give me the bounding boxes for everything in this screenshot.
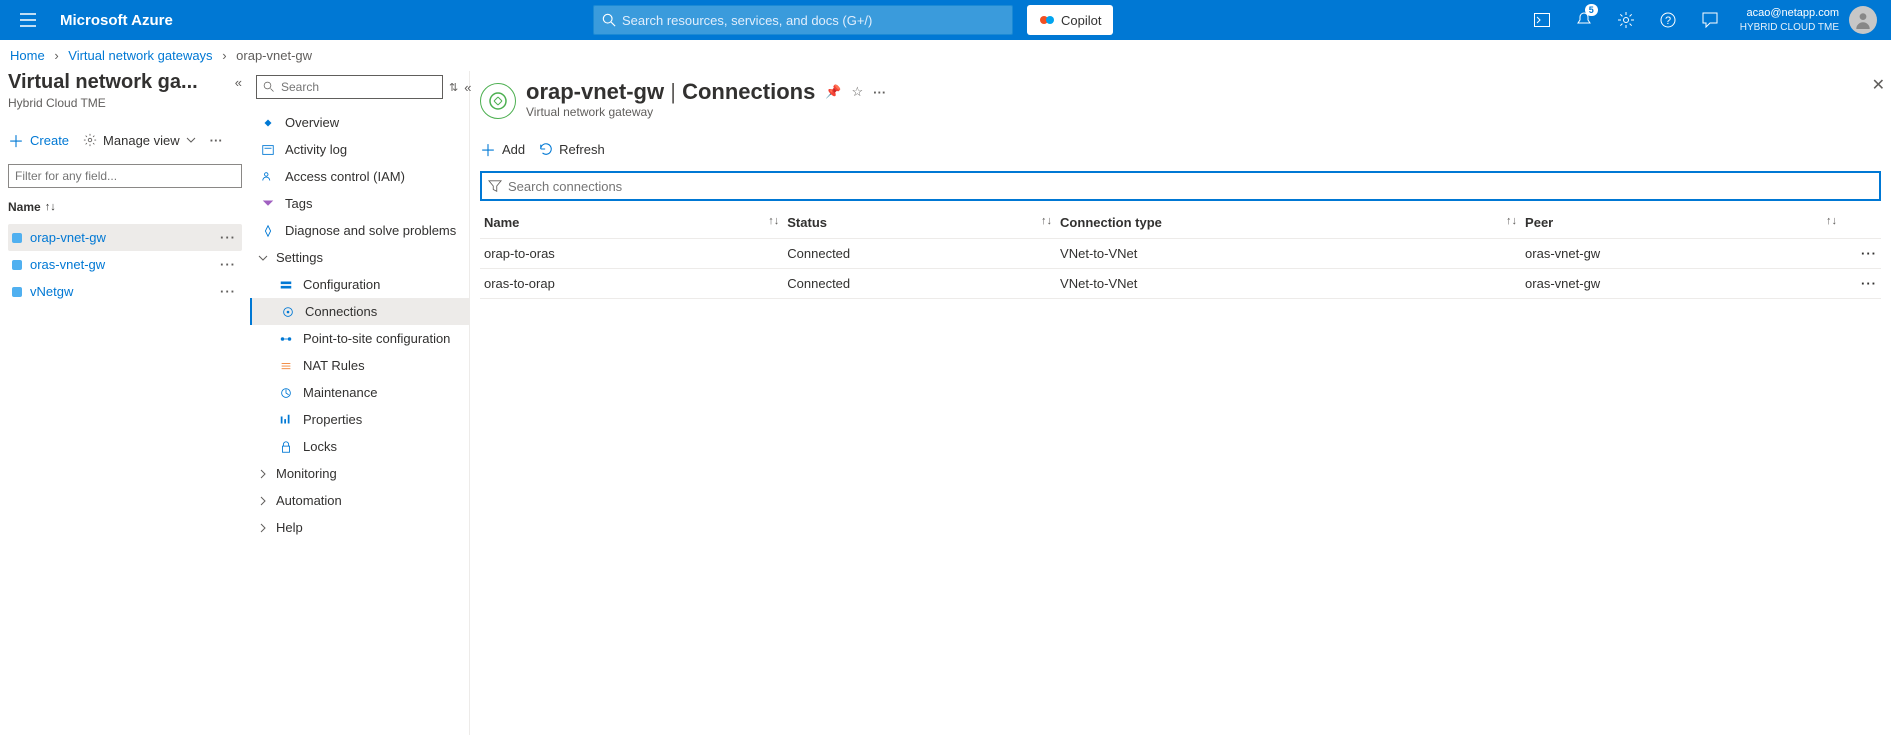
hamburger-icon[interactable] xyxy=(8,13,48,27)
list-item[interactable]: oras-vnet-gw··· xyxy=(8,251,242,278)
gateway-icon xyxy=(10,258,24,272)
chevron-down-icon xyxy=(258,253,268,263)
expand-icon[interactable]: ⇅ xyxy=(449,81,458,94)
more-icon[interactable]: ··· xyxy=(216,257,240,272)
table-row[interactable]: orap-to-orasConnectedVNet-to-VNetoras-vn… xyxy=(480,239,1881,269)
gateway-icon xyxy=(10,231,24,245)
collapse-left-icon[interactable]: « xyxy=(235,75,242,90)
help-icon[interactable]: ? xyxy=(1648,0,1688,40)
nav-item[interactable]: Configuration xyxy=(250,271,469,298)
connections-table: Name↑↓ Status↑↓ Connection type↑↓ Peer↑↓… xyxy=(480,207,1881,299)
resource-menu-search[interactable] xyxy=(256,75,443,99)
nav-item[interactable]: Maintenance xyxy=(250,379,469,406)
column-header-name[interactable]: Name ↑↓ xyxy=(8,200,242,214)
notifications-icon[interactable]: 5 xyxy=(1564,0,1604,40)
table-row[interactable]: oras-to-orapConnectedVNet-to-VNetoras-vn… xyxy=(480,269,1881,299)
nav-item[interactable]: Locks xyxy=(250,433,469,460)
nav-item[interactable]: Overview xyxy=(250,109,469,136)
page-title: orap-vnet-gw | Connections xyxy=(526,79,815,105)
left-panel-title: Virtual network ga... xyxy=(8,71,235,94)
breadcrumb-current: orap-vnet-gw xyxy=(236,48,312,63)
col-peer[interactable]: Peer↑↓ xyxy=(1521,207,1841,239)
breadcrumb: Home › Virtual network gateways › orap-v… xyxy=(0,40,1891,71)
nav-item[interactable]: Connections xyxy=(250,298,469,325)
page-subtitle: Virtual network gateway xyxy=(526,105,886,119)
nav-item[interactable]: Tags xyxy=(250,190,469,217)
top-bar: Microsoft Azure Copilot 5 ? acao@netapp.… xyxy=(0,0,1891,40)
account-info[interactable]: acao@netapp.com HYBRID CLOUD TME xyxy=(1732,6,1847,33)
col-status[interactable]: Status↑↓ xyxy=(783,207,1056,239)
favorite-icon[interactable]: ☆ xyxy=(852,84,864,100)
add-button[interactable]: ＋Add xyxy=(480,137,525,161)
left-panel-subtitle: Hybrid Cloud TME xyxy=(8,96,242,110)
nav-item[interactable]: NAT Rules xyxy=(250,352,469,379)
main-content: ✕ orap-vnet-gw | Connections 📌 ☆ ··· Vir… xyxy=(470,71,1891,735)
gateway-icon xyxy=(10,285,24,299)
nav-group[interactable]: Automation xyxy=(250,487,469,514)
nav-group[interactable]: Help xyxy=(250,514,469,541)
nav-item[interactable]: Activity log xyxy=(250,136,469,163)
resource-icon xyxy=(480,83,516,119)
nav-item[interactable]: Point-to-site configuration xyxy=(250,325,469,352)
svg-text:?: ? xyxy=(1665,15,1671,27)
nav-group[interactable]: Monitoring xyxy=(250,460,469,487)
row-more-icon[interactable]: ··· xyxy=(1841,269,1881,299)
nav-item[interactable]: Properties xyxy=(250,406,469,433)
col-type[interactable]: Connection type↑↓ xyxy=(1056,207,1521,239)
breadcrumb-home[interactable]: Home xyxy=(10,48,45,63)
more-icon[interactable]: ··· xyxy=(873,85,886,100)
search-icon xyxy=(263,81,275,93)
close-icon[interactable]: ✕ xyxy=(1872,75,1885,95)
col-name[interactable]: Name↑↓ xyxy=(480,207,783,239)
search-connections-input[interactable] xyxy=(508,179,1873,194)
nav-item[interactable]: Diagnose and solve problems xyxy=(250,217,469,244)
copilot-icon xyxy=(1039,12,1055,28)
pin-icon[interactable]: 📌 xyxy=(825,84,841,100)
resource-menu: ⇅ « OverviewActivity logAccess control (… xyxy=(250,71,470,735)
manage-view-button[interactable]: Manage view xyxy=(83,133,196,148)
more-button[interactable]: ··· xyxy=(210,133,223,148)
refresh-icon xyxy=(539,142,553,156)
row-more-icon[interactable]: ··· xyxy=(1841,239,1881,269)
global-search-input[interactable] xyxy=(622,13,1004,28)
search-icon xyxy=(602,13,616,27)
global-search[interactable] xyxy=(593,5,1013,35)
copilot-button[interactable]: Copilot xyxy=(1027,5,1113,35)
list-item[interactable]: vNetgw··· xyxy=(8,278,242,305)
brand[interactable]: Microsoft Azure xyxy=(48,12,185,29)
list-item[interactable]: orap-vnet-gw··· xyxy=(8,224,242,251)
nav-item[interactable]: Access control (IAM) xyxy=(250,163,469,190)
more-icon[interactable]: ··· xyxy=(216,284,240,299)
cloud-shell-icon[interactable] xyxy=(1522,0,1562,40)
more-icon[interactable]: ··· xyxy=(216,230,240,245)
search-connections[interactable] xyxy=(480,171,1881,201)
left-panel: Virtual network ga... « Hybrid Cloud TME… xyxy=(0,71,250,735)
create-button[interactable]: ＋Create xyxy=(8,128,69,152)
filter-input[interactable] xyxy=(8,164,242,188)
nav-group-settings[interactable]: Settings xyxy=(250,244,469,271)
filter-icon xyxy=(488,179,502,193)
gear-icon xyxy=(83,133,97,147)
refresh-button[interactable]: Refresh xyxy=(539,142,605,157)
breadcrumb-l1[interactable]: Virtual network gateways xyxy=(68,48,212,63)
notification-badge: 5 xyxy=(1585,4,1598,16)
chevron-down-icon xyxy=(186,137,196,143)
settings-icon[interactable] xyxy=(1606,0,1646,40)
avatar[interactable] xyxy=(1849,6,1877,34)
feedback-icon[interactable] xyxy=(1690,0,1730,40)
